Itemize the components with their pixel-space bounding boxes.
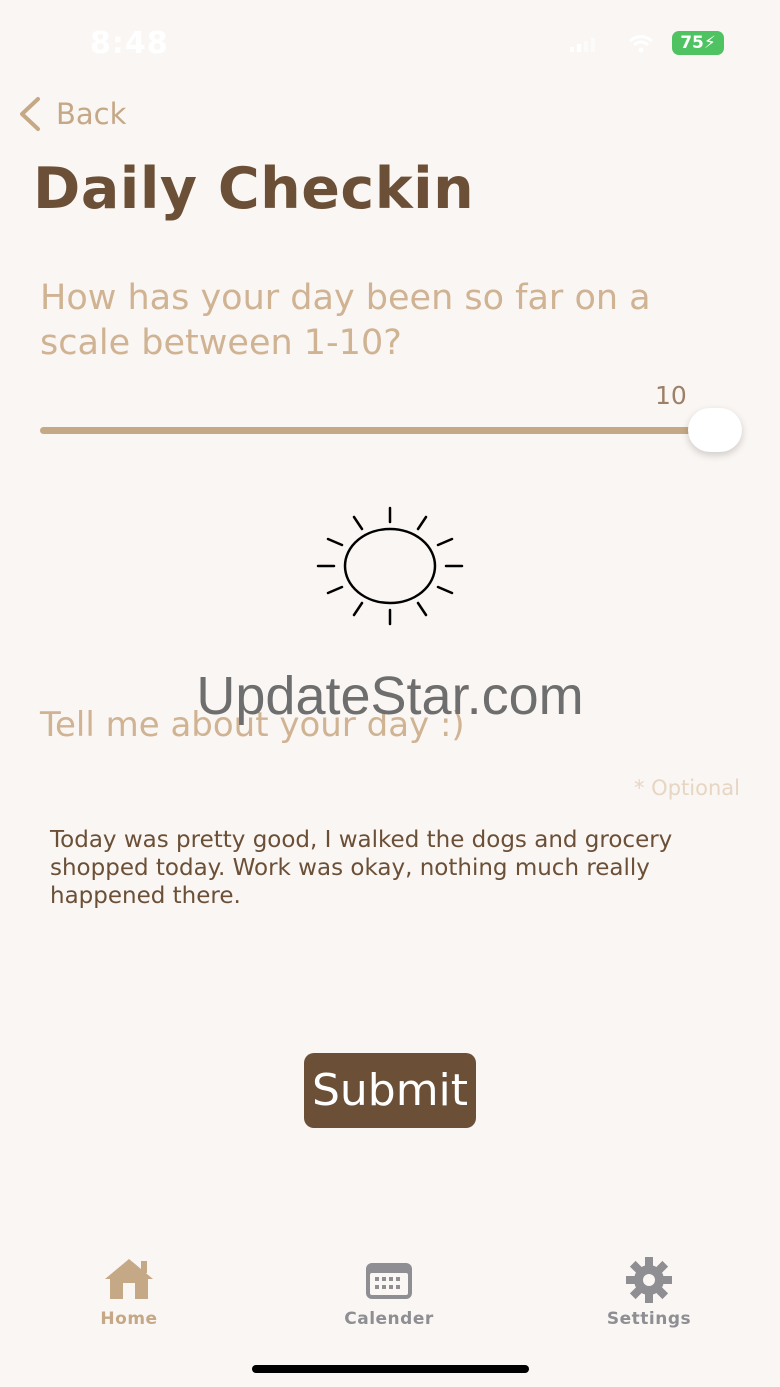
charging-bolt-icon: ⚡: [703, 33, 716, 53]
cellular-signal-icon: [570, 38, 595, 52]
battery-level: 75: [680, 33, 704, 53]
calendar-icon: [366, 1263, 412, 1299]
status-time: 8:48: [90, 26, 169, 61]
optional-label: * Optional: [634, 776, 740, 800]
back-button[interactable]: Back: [16, 94, 126, 134]
slider-track[interactable]: [40, 427, 742, 434]
tab-settings[interactable]: Settings: [569, 1255, 729, 1345]
home-icon: [105, 1259, 153, 1299]
tab-home-label: Home: [100, 1309, 158, 1329]
gear-icon: [626, 1257, 672, 1303]
submit-button[interactable]: Submit: [304, 1053, 476, 1128]
day-rating-slider[interactable]: [40, 406, 742, 458]
tab-calender[interactable]: Calender: [309, 1255, 469, 1345]
scale-question: How has your day been so far on a scale …: [40, 278, 651, 363]
tab-settings-label: Settings: [606, 1309, 692, 1329]
chevron-left-icon: [20, 97, 40, 131]
slider-thumb[interactable]: [688, 408, 742, 452]
page-title: Daily Checkin: [33, 156, 475, 222]
wifi-icon: [629, 35, 653, 53]
sun-icon: [316, 506, 464, 626]
home-indicator[interactable]: [252, 1365, 529, 1373]
watermark: UpdateStar.com: [196, 666, 584, 726]
back-label: Back: [56, 97, 127, 131]
battery-indicator: 75⚡: [672, 31, 724, 55]
tab-home[interactable]: Home: [49, 1255, 209, 1345]
journal-text-field[interactable]: Today was pretty good, I walked the dogs…: [40, 818, 700, 1018]
tab-calender-label: Calender: [344, 1309, 434, 1329]
